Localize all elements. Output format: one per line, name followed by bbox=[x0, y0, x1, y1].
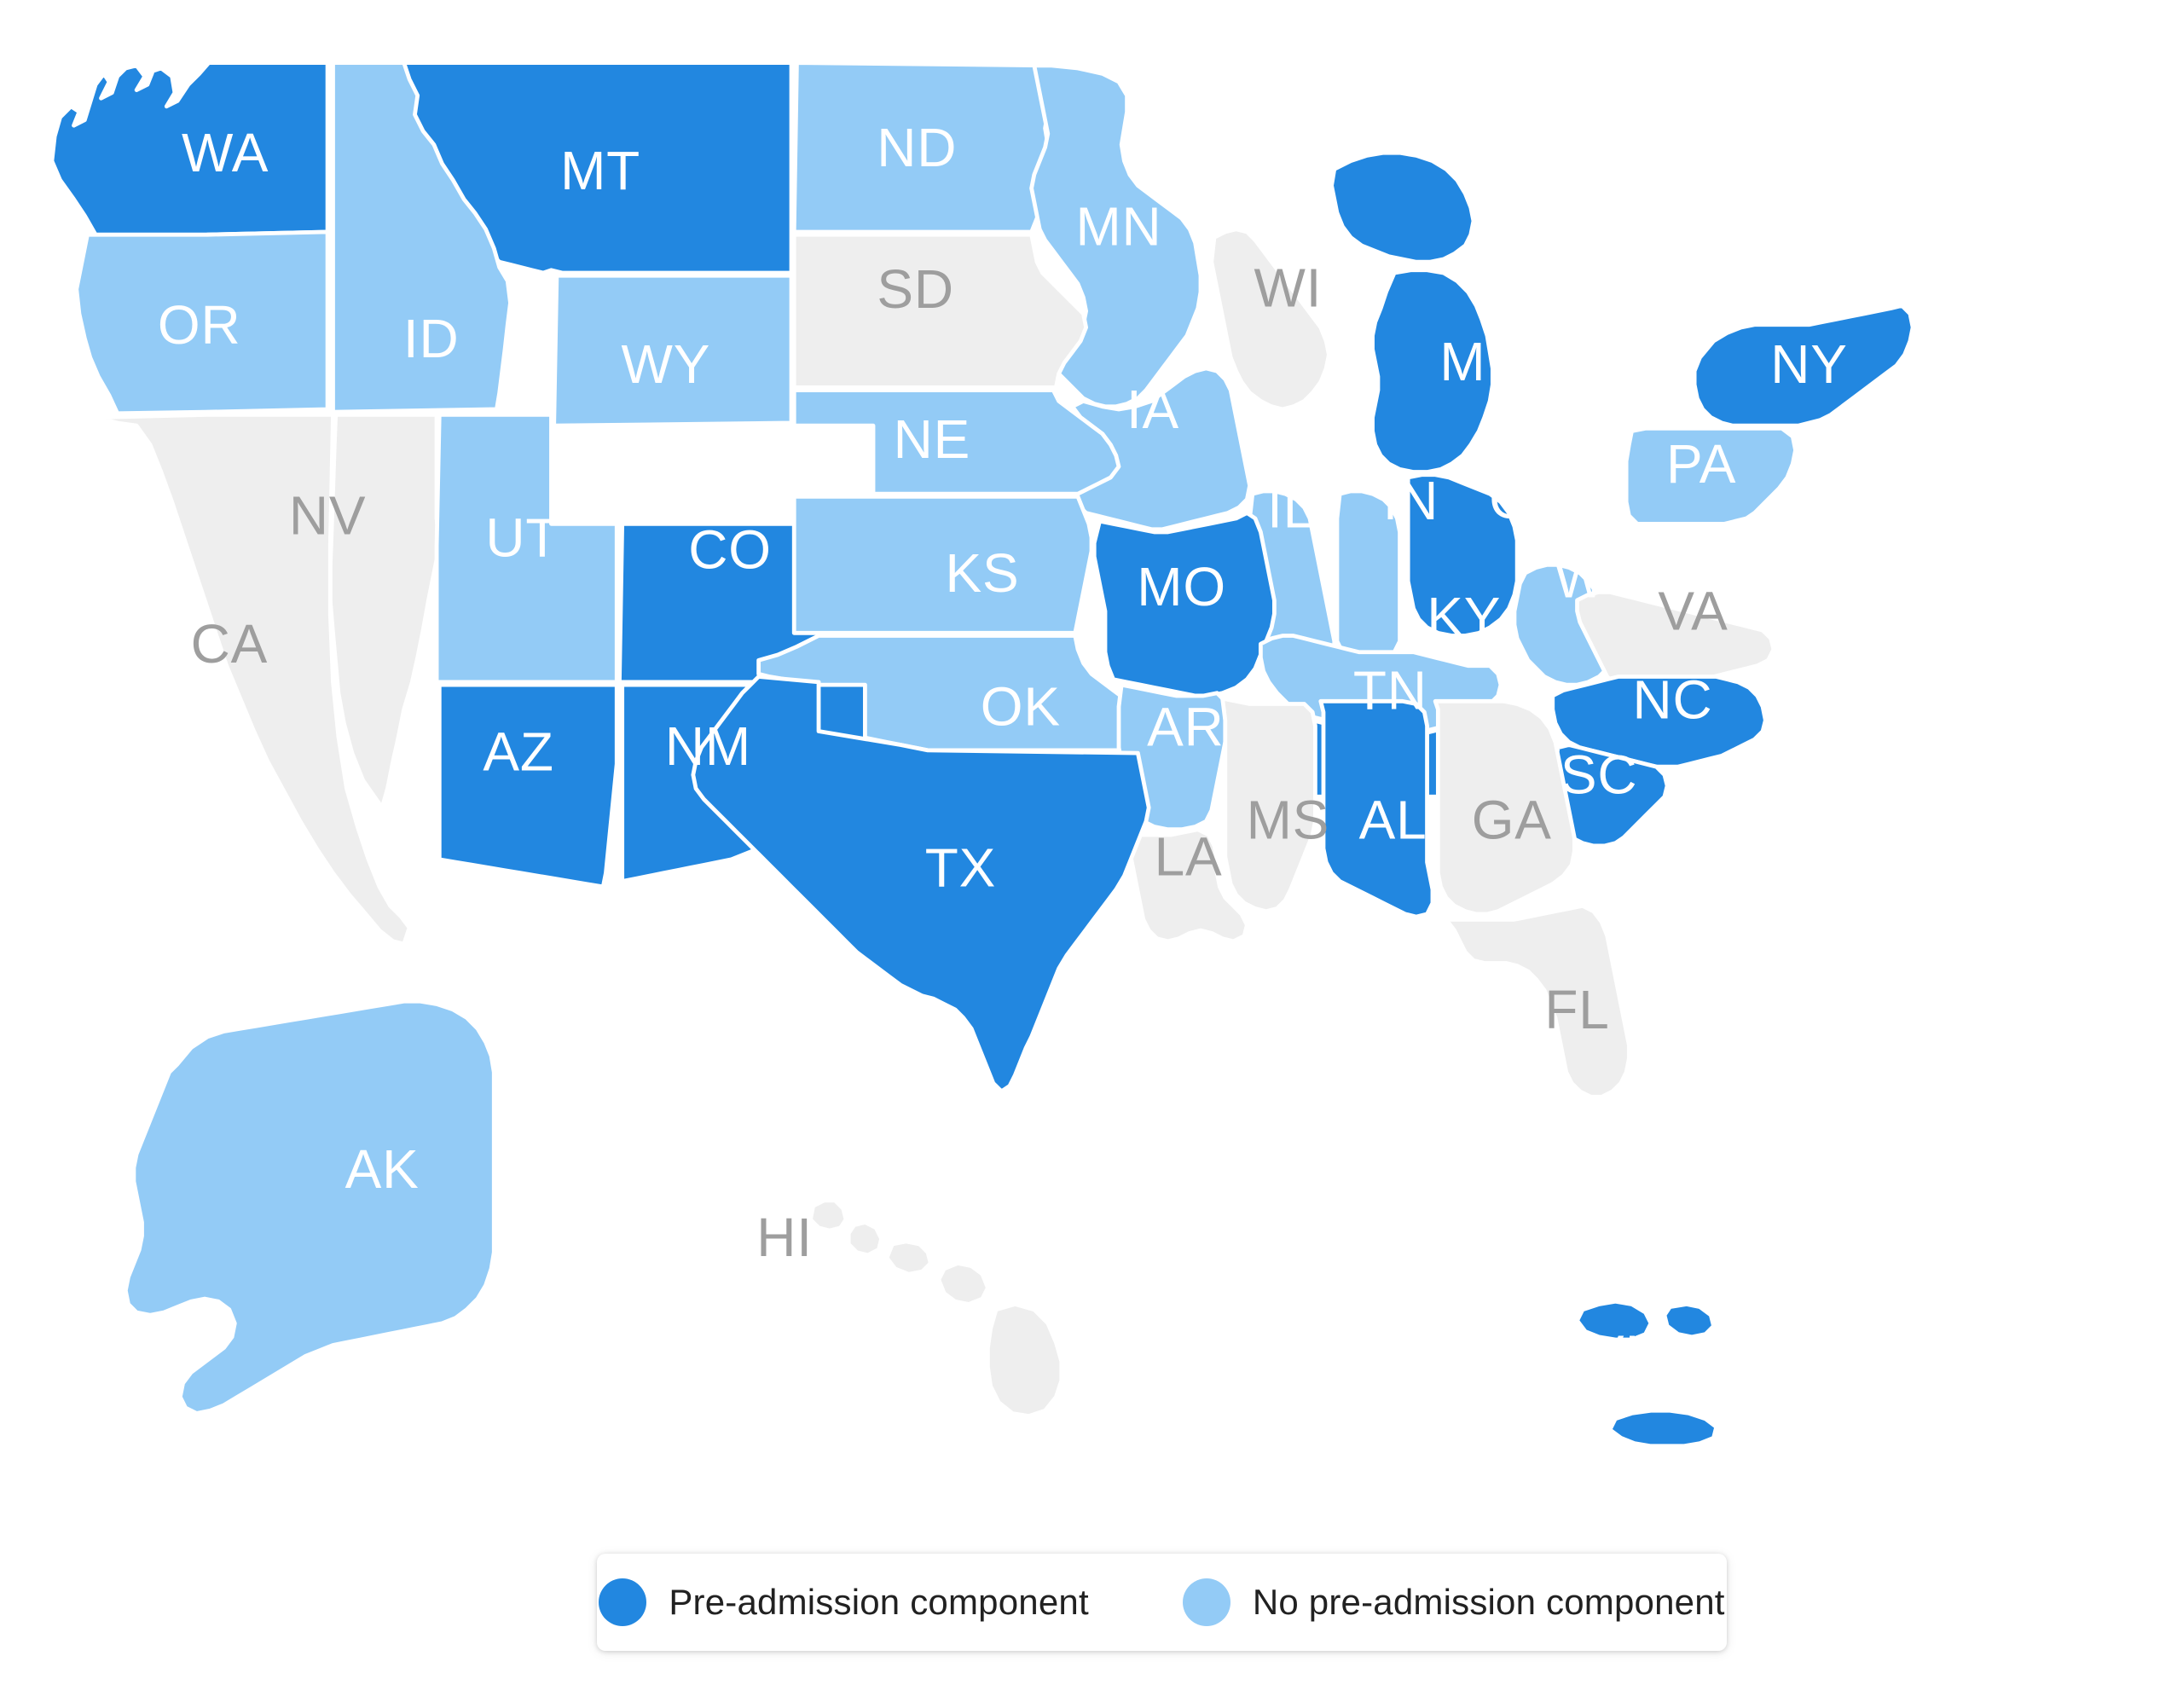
state-label-mo: MO bbox=[1137, 556, 1226, 617]
states-layer bbox=[49, 61, 1915, 1449]
state-label-nd: ND bbox=[877, 117, 957, 178]
state-label-oh: OH bbox=[1489, 469, 1572, 530]
state-label-wi: WI bbox=[1254, 258, 1322, 319]
state-ak[interactable] bbox=[123, 999, 496, 1416]
state-label-ky: KY bbox=[1427, 586, 1501, 647]
legend-item-pre-admission[interactable]: Pre-admission component bbox=[599, 1578, 1089, 1626]
state-label-ok: OK bbox=[981, 676, 1061, 738]
state-label-fl: FL bbox=[1544, 979, 1609, 1040]
state-label-hi: HI bbox=[756, 1207, 813, 1268]
state-label-co: CO bbox=[688, 519, 772, 581]
map-legend: Pre-admission component No pre-admission… bbox=[597, 1554, 1727, 1651]
state-label-ak: AK bbox=[345, 1138, 420, 1200]
state-label-ks: KS bbox=[946, 542, 1020, 604]
state-label-wy: WY bbox=[622, 333, 711, 395]
legend-label-pre-admission: Pre-admission component bbox=[669, 1582, 1089, 1622]
state-label-wa: WA bbox=[182, 122, 269, 183]
state-label-az: AZ bbox=[483, 721, 553, 783]
state-label-tx: TX bbox=[925, 837, 996, 898]
state-label-pa: PA bbox=[1666, 433, 1736, 495]
state-label-wv: WV bbox=[1555, 547, 1644, 609]
state-az[interactable] bbox=[437, 682, 619, 889]
state-hi[interactable] bbox=[808, 1198, 1064, 1419]
state-label-ne: NE bbox=[894, 408, 970, 470]
legend-swatch-pre-admission bbox=[599, 1578, 647, 1626]
us-map-svg: WAMTNDMNWIMEORIDSDMINYWYIANEPAOHNVILINUT… bbox=[49, 61, 1915, 1449]
state-label-nv: NV bbox=[289, 485, 366, 547]
state-label-la: LA bbox=[1155, 826, 1223, 888]
state-label-mi: MI bbox=[1439, 331, 1502, 392]
state-label-ca: CA bbox=[191, 613, 268, 675]
state-label-sd: SD bbox=[877, 258, 953, 320]
state-wi[interactable] bbox=[1209, 227, 1331, 412]
state-label-sc: SC bbox=[1561, 744, 1637, 806]
state-label-mt: MT bbox=[560, 140, 640, 201]
legend-item-no-pre-admission[interactable]: No pre-admission component bbox=[1182, 1578, 1725, 1626]
state-label-or: OR bbox=[158, 294, 241, 356]
state-ks[interactable] bbox=[791, 494, 1094, 635]
state-label-ia: IA bbox=[1126, 379, 1179, 440]
state-label-nm: NM bbox=[665, 715, 751, 777]
state-label-al: AL bbox=[1359, 790, 1427, 851]
state-label-ny: NY bbox=[1770, 333, 1847, 395]
state-label-va: VA bbox=[1658, 581, 1728, 642]
state-label-ar: AR bbox=[1147, 697, 1224, 758]
legend-swatch-no-pre-admission bbox=[1182, 1578, 1230, 1626]
state-nv[interactable] bbox=[327, 412, 442, 810]
state-label-ms: MS bbox=[1247, 790, 1330, 851]
us-choropleth-map-page: WAMTNDMNWIMEORIDSDMINYWYIANEPAOHNVILINUT… bbox=[0, 0, 2183, 1708]
state-label-nc: NC bbox=[1633, 669, 1713, 731]
state-label-il: IL bbox=[1267, 478, 1314, 540]
state-label-ga: GA bbox=[1472, 790, 1552, 851]
state-label-ut: UT bbox=[485, 507, 559, 568]
state-label-id: ID bbox=[403, 308, 460, 369]
state-label-in: IN bbox=[1383, 470, 1439, 531]
state-label-vi: VI bbox=[1588, 1324, 1641, 1386]
state-label-mn: MN bbox=[1075, 196, 1161, 258]
legend-label-no-pre-admission: No pre-admission component bbox=[1252, 1582, 1725, 1622]
state-label-tn: TN bbox=[1353, 660, 1427, 721]
state-mi[interactable] bbox=[1329, 150, 1495, 474]
